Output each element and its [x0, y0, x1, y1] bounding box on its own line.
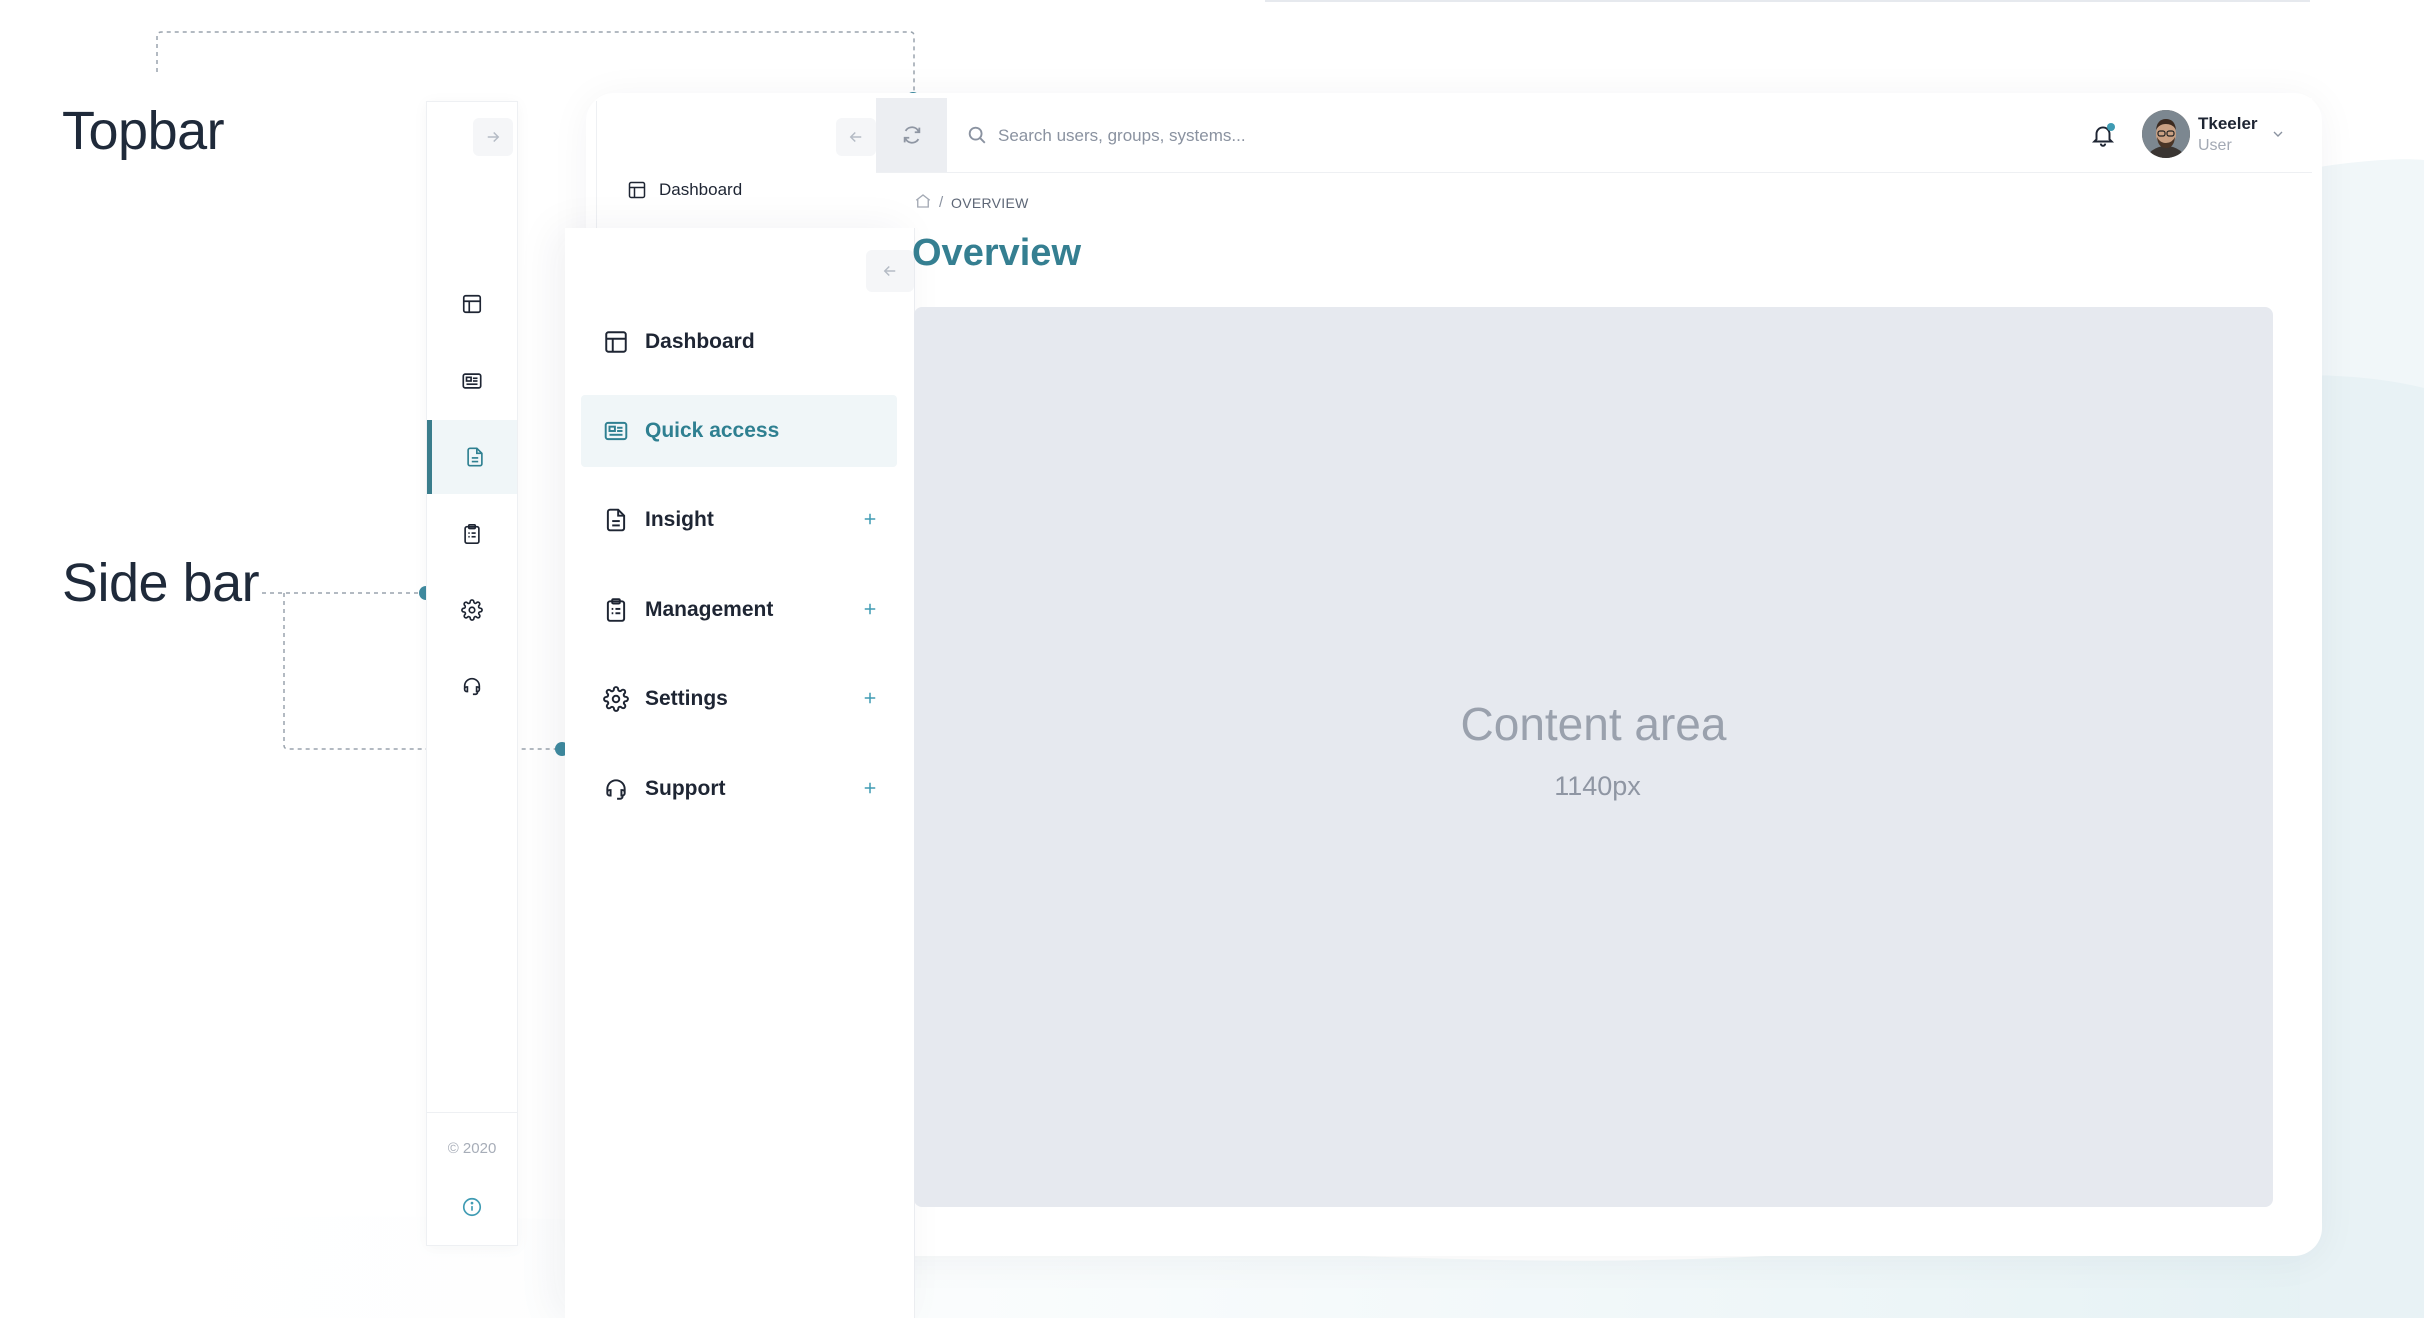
clipboard-icon	[606, 598, 626, 622]
sidebar-item-dashboard[interactable]: Dashboard	[581, 306, 897, 378]
id-card-icon	[604, 421, 628, 441]
background-sidebar-item-label: Dashboard	[659, 180, 743, 199]
gear-icon	[603, 686, 629, 712]
mini-sidebar-item-dashboard[interactable]	[427, 267, 517, 341]
chevron-down-icon[interactable]	[2270, 126, 2286, 142]
table-icon	[628, 181, 646, 199]
document-icon	[466, 447, 483, 467]
sidebar-item-label: Management	[645, 598, 774, 621]
mini-sidebar-item-settings[interactable]	[427, 573, 517, 647]
background-sidebar	[596, 101, 877, 236]
sidebar-item-quick-access[interactable]: Quick access	[581, 395, 897, 467]
info-icon[interactable]	[461, 1196, 483, 1218]
mini-sidebar-item-management[interactable]	[427, 497, 517, 571]
sidebar-item-label: Quick access	[645, 419, 780, 442]
plus-icon[interactable]	[861, 779, 879, 797]
mini-sidebar: © 2020	[426, 101, 518, 1246]
table-icon	[605, 331, 627, 353]
page-title: Overview	[912, 232, 1081, 274]
plus-icon[interactable]	[861, 689, 879, 707]
sidebar-item-label: Settings	[645, 687, 728, 710]
plus-icon[interactable]	[861, 510, 879, 528]
search-icon	[968, 126, 986, 144]
arrow-left-icon	[849, 131, 862, 143]
gear-icon	[461, 599, 483, 621]
sidebar-callout-connector	[262, 592, 562, 750]
background-sidebar-collapse-button[interactable]	[836, 118, 876, 156]
user-portrait-icon	[2142, 110, 2190, 158]
content-area-title: Content area	[1460, 698, 1727, 750]
user-role: User	[2198, 137, 2232, 154]
avatar[interactable]	[2142, 110, 2190, 158]
search-input[interactable]	[996, 118, 1900, 154]
copyright-text: © 2020	[447, 1140, 497, 1157]
sidebar-callout-label: Side bar	[62, 553, 260, 613]
background-sidebar-item-dashboard[interactable]: Dashboard	[627, 180, 742, 200]
user-name[interactable]: Tkeeler	[2198, 114, 2258, 134]
breadcrumb-current: OVERVIEW	[951, 195, 1029, 211]
sidebar-item-support[interactable]: Support	[581, 753, 897, 825]
headset-icon	[606, 779, 626, 800]
arrow-right-icon	[487, 131, 500, 143]
content-area-width: 1140px	[1554, 771, 1641, 801]
breadcrumb-separator: /	[939, 194, 944, 211]
headset-icon	[463, 677, 481, 696]
document-icon	[606, 508, 626, 532]
refresh-button[interactable]	[876, 98, 947, 172]
topbar-callout-label: Topbar	[62, 101, 225, 161]
sidebar-item-management[interactable]: Management	[581, 574, 897, 646]
sidebar-collapse-button[interactable]	[866, 250, 914, 292]
sidebar-item-insight[interactable]: Insight	[581, 484, 897, 556]
mini-sidebar-divider	[427, 1112, 517, 1113]
table-icon	[462, 294, 482, 314]
content-area: Content area 1140px	[914, 307, 2273, 1207]
sidebar-item-label: Dashboard	[645, 330, 755, 353]
notification-badge	[2107, 123, 2115, 131]
id-card-icon	[462, 373, 482, 389]
sidebar-item-settings[interactable]: Settings	[581, 663, 897, 735]
mini-sidebar-item-insight[interactable]	[427, 420, 517, 494]
home-icon[interactable]	[914, 192, 932, 210]
sidebar-item-label: Support	[645, 777, 726, 800]
mini-sidebar-item-support[interactable]	[427, 649, 517, 723]
mini-sidebar-expand-button[interactable]	[473, 118, 513, 156]
mini-sidebar-item-quick-access[interactable]	[427, 344, 517, 418]
clipboard-icon	[464, 524, 480, 544]
sidebar-item-label: Insight	[645, 508, 714, 531]
arrow-left-icon	[883, 265, 896, 277]
refresh-icon	[903, 126, 920, 144]
plus-icon[interactable]	[861, 600, 879, 618]
